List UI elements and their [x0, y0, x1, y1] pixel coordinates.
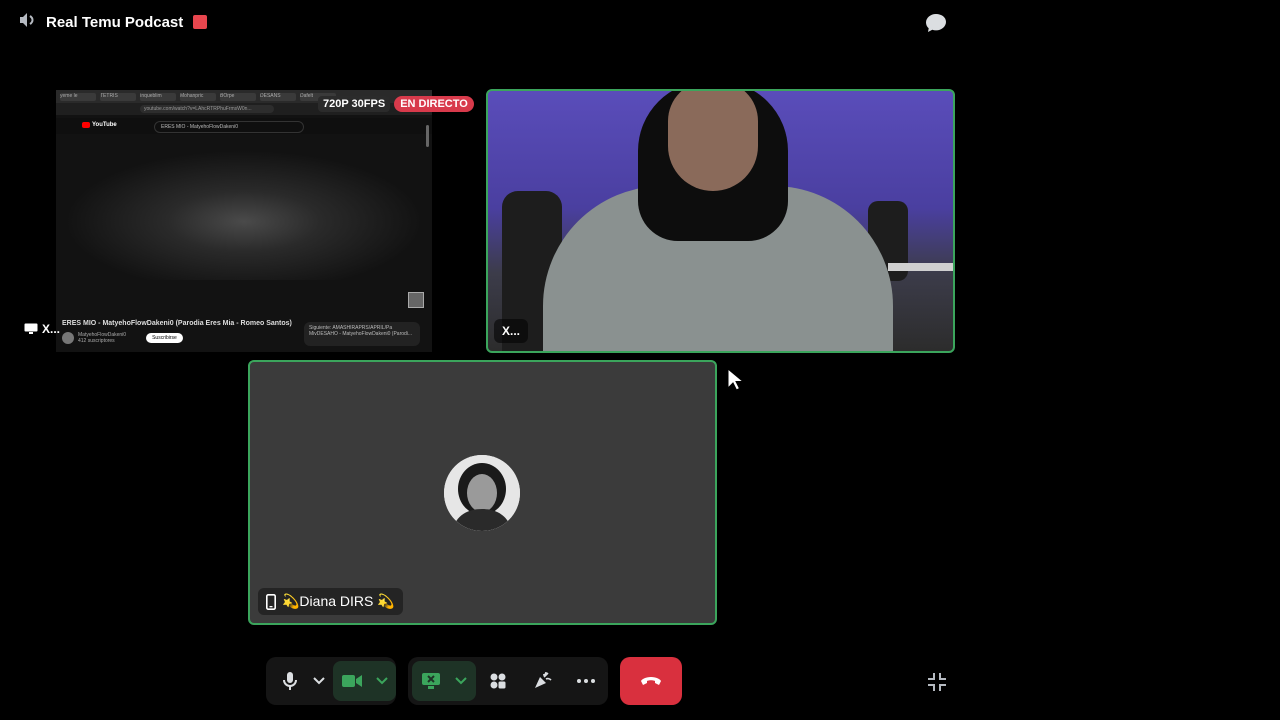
- disconnect-button[interactable]: [620, 657, 682, 705]
- more-dots-icon: [577, 679, 595, 683]
- live-badge: EN DIRECTO: [394, 96, 474, 112]
- avatar: [444, 455, 520, 531]
- screen-share-toggle-button[interactable]: [412, 661, 476, 701]
- chat-button[interactable]: [922, 10, 950, 36]
- call-header: Real Temu Podcast: [18, 10, 208, 34]
- activity-controls: [408, 657, 608, 705]
- shared-video-player: [64, 150, 424, 280]
- miniplayer-icon: [408, 292, 424, 308]
- browser-tab: DESANS: [260, 92, 296, 101]
- youtube-logo: YouTube: [82, 122, 117, 128]
- participant-name: 💫Diana DIRS 💫: [282, 593, 395, 609]
- channel-title: Real Temu Podcast: [46, 13, 184, 31]
- soundboard-icon: [535, 671, 552, 688]
- camera-username: X...: [494, 319, 529, 343]
- youtube-logo-text: YouTube: [92, 122, 117, 128]
- browser-url: youtube.com/watch?v=LAhcRTRPhuFrmsW0n...: [140, 105, 274, 113]
- browser-tab: Inqueblim: [140, 92, 176, 101]
- microphone-button[interactable]: [270, 661, 309, 701]
- camera-tile[interactable]: X...: [486, 89, 955, 353]
- stream-badges: 720P 30FPS EN DIRECTO: [318, 96, 474, 112]
- subscribe-button: Suscribirse: [146, 333, 183, 343]
- resolution-badge: 720P 30FPS: [318, 96, 391, 112]
- video-camera-icon: [341, 675, 362, 687]
- shared-video-title: ERES MIO - MatyehoFlowDakeni0 (Parodia E…: [62, 320, 292, 327]
- channel-avatar: [62, 332, 74, 344]
- browser-tab: TETRIS: [100, 92, 136, 101]
- browser-tab: BOrpe: [220, 92, 256, 101]
- chevron-down-icon: [455, 677, 467, 685]
- youtube-play-icon: [82, 122, 90, 128]
- activities-button[interactable]: [476, 661, 520, 701]
- audio-video-controls: [266, 657, 396, 705]
- more-options-button[interactable]: [564, 661, 608, 701]
- chevron-down-icon: [313, 677, 325, 685]
- youtube-header: YouTube ERES MIO - MatyehoFlowDakeni0: [56, 118, 432, 134]
- camera-toggle-button[interactable]: [333, 661, 396, 701]
- next-video-card: Siguiente: AMASHIRAPRS/APRIL/Pa MivDESAH…: [304, 322, 420, 346]
- exit-fullscreen-button[interactable]: [924, 670, 950, 694]
- screen-share-stop-icon: [422, 673, 440, 689]
- next-video-sub: MivDESAHO - MatyehoFlowDakeni0 (Parodi..…: [309, 331, 413, 337]
- audio-options-button[interactable]: [309, 661, 329, 701]
- browser-tab: yeme le: [60, 92, 96, 101]
- shared-scrollbar: [426, 125, 429, 147]
- screen-share-icon: [24, 323, 38, 334]
- mobile-phone-icon: [266, 593, 276, 610]
- channel-subs: 412 suscriptores: [78, 338, 115, 344]
- youtube-search-box: ERES MIO - MatyehoFlowDakeni0: [154, 121, 304, 133]
- browser-tab: Mohanpric: [180, 92, 216, 101]
- exit-fullscreen-icon: [928, 673, 946, 691]
- screen-share-tile[interactable]: yeme le TETRIS Inqueblim Mohanpric BOrpe…: [56, 90, 432, 352]
- shared-channel-row: MatyehoFlowDakeni0 412 suscriptores Susc…: [62, 332, 183, 344]
- voice-channel-icon: [18, 11, 36, 34]
- participant-name-label: 💫Diana DIRS 💫: [258, 588, 403, 615]
- microphone-icon: [282, 672, 297, 690]
- screen-share-username: X...: [42, 322, 61, 336]
- participant-tile-diana[interactable]: 💫Diana DIRS 💫: [248, 360, 717, 625]
- hang-up-icon: [641, 677, 661, 685]
- camera-person-face: [668, 91, 758, 191]
- chat-bubble-icon: [926, 14, 946, 32]
- soundboard-button[interactable]: [520, 661, 564, 701]
- activities-icon: [490, 673, 506, 689]
- camera-shelf: [888, 263, 953, 271]
- screen-share-user-label: X...: [24, 322, 60, 336]
- chevron-down-icon: [375, 677, 388, 685]
- mouse-cursor-icon: [727, 367, 745, 397]
- live-emoji-icon: [193, 15, 208, 29]
